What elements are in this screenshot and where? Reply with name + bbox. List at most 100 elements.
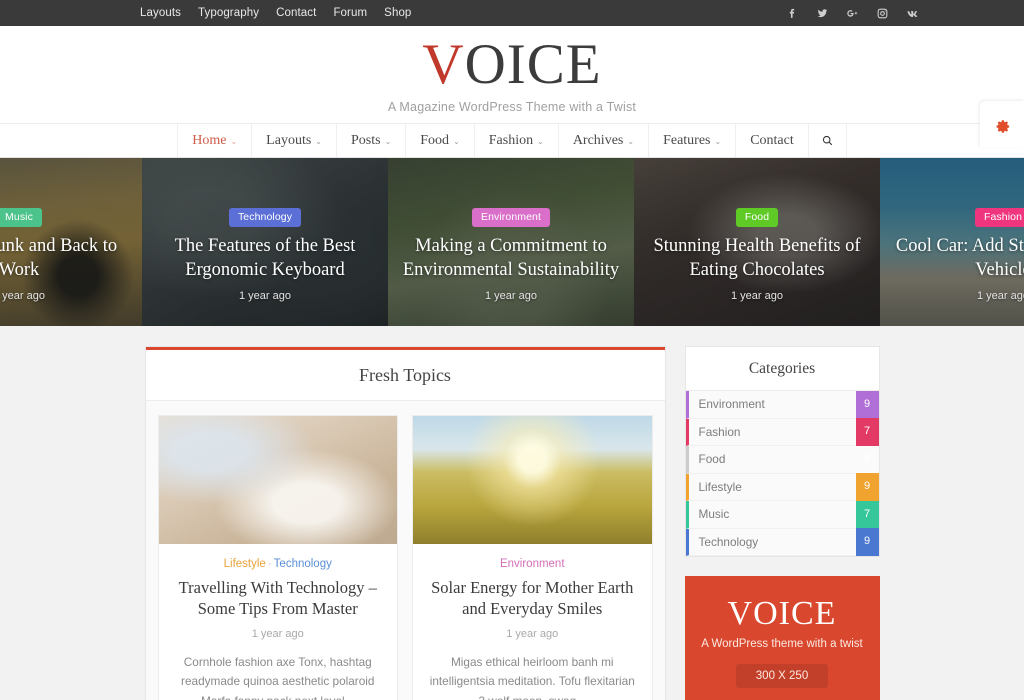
site-logo[interactable]: VOICE xyxy=(422,36,601,93)
category-list-item[interactable]: Music 7 xyxy=(685,500,879,529)
nav-item-features[interactable]: Features ⌄ xyxy=(649,124,737,157)
article-thumbnail[interactable] xyxy=(158,416,397,544)
main-navigation: Home ⌄ Layouts ⌄ Posts ⌄ Food ⌄ Fashion ⌄ Archives… xyxy=(177,124,847,157)
logo-v-red: V xyxy=(422,32,465,96)
vk-link[interactable] xyxy=(906,7,919,20)
article-title[interactable]: Solar Energy for Mother Earth and Everyd… xyxy=(427,578,638,619)
article-card[interactable]: Lifestyle · Technology Travelling With Tech… xyxy=(157,415,398,700)
nav-item-label: Contact xyxy=(750,132,794,148)
hero-slide[interactable]: Environment Making a Commitment to Enviro… xyxy=(388,158,634,326)
site-header: VOICE A Magazine WordPress Theme with a … xyxy=(0,26,1024,123)
nav-item-posts[interactable]: Posts ⌄ xyxy=(337,124,407,157)
category-name: Food xyxy=(698,452,726,467)
nav-item-home[interactable]: Home ⌄ xyxy=(177,124,253,157)
top-bar-link-shop[interactable]: Shop xyxy=(384,7,411,19)
category-count-badge: 9 xyxy=(855,473,879,501)
top-bar-link-contact[interactable]: Contact xyxy=(276,7,316,19)
hero-slide-category-badge[interactable]: Fashion xyxy=(974,208,1024,227)
advertisement-banner[interactable]: VOICE A WordPress theme with a twist 300… xyxy=(684,576,880,700)
nav-item-label: Features xyxy=(663,132,711,148)
category-list-item[interactable]: Technology 9 xyxy=(685,528,879,556)
categories-widget-title: Categories xyxy=(748,360,816,377)
hero-slide-title[interactable]: Cool Car: Add Style To Your Vehicle xyxy=(890,235,1024,282)
top-bar-link-forum[interactable]: Forum xyxy=(333,7,367,19)
article-category-link[interactable]: Environment xyxy=(500,558,565,570)
article-categories: Lifestyle · Technology xyxy=(173,558,384,570)
hero-slide-title[interactable]: Making a Commitment to Environmental Sus… xyxy=(398,235,624,282)
top-bar-social-links xyxy=(786,7,919,20)
hero-slide[interactable]: Food Stunning Health Benefits of Eating C… xyxy=(634,158,880,326)
instagram-link[interactable] xyxy=(876,7,889,20)
logo-rest: OICE xyxy=(464,32,602,96)
article-title[interactable]: Travelling With Technology – Some Tips F… xyxy=(173,578,384,619)
category-count-badge: 7 xyxy=(855,418,879,446)
main-column: Fresh Topics Lifestyle · Technology Travell… xyxy=(144,346,666,700)
article-card[interactable]: Environment Solar Energy for Mother Earth… xyxy=(412,415,653,700)
hero-slide-category-badge[interactable]: Environment xyxy=(471,208,551,227)
hero-slide-category-badge[interactable]: Technology xyxy=(228,208,302,227)
category-count-badge: 8 xyxy=(863,452,871,465)
article-body: Lifestyle · Technology Travelling With Tech… xyxy=(159,544,398,700)
categories-list: Environment 9 Fashion 7 Food 8 Lifestyle 9 Music… xyxy=(685,390,879,556)
hero-slide-content: Food Stunning Health Benefits of Eating C… xyxy=(634,208,880,302)
top-bar-link-layouts[interactable]: Layouts xyxy=(140,7,181,19)
nav-search-button[interactable] xyxy=(809,124,847,157)
hero-slide[interactable]: Music Out of a Funk and Back to Work 1 yea… xyxy=(0,158,142,326)
chevron-down-icon: ⌄ xyxy=(230,137,238,146)
article-thumbnail[interactable] xyxy=(413,416,652,544)
fresh-topics-title: Fresh Topics xyxy=(359,365,451,385)
nav-item-contact[interactable]: Contact xyxy=(736,124,809,157)
fresh-topics-cards: Lifestyle · Technology Travelling With Tech… xyxy=(145,401,665,700)
twitter-link[interactable] xyxy=(816,7,829,20)
google-plus-icon xyxy=(847,9,858,17)
article-body: Environment Solar Energy for Mother Earth… xyxy=(413,544,652,700)
nav-item-label: Food xyxy=(420,132,450,148)
facebook-icon xyxy=(789,8,795,18)
facebook-link[interactable] xyxy=(786,7,799,20)
nav-item-label: Home xyxy=(192,132,227,148)
top-bar-link-typography[interactable]: Typography xyxy=(198,7,259,19)
nav-item-fashion[interactable]: Fashion ⌄ xyxy=(475,124,559,157)
hero-slider[interactable]: Music Out of a Funk and Back to Work 1 yea… xyxy=(0,158,1024,326)
hero-slide-timestamp: 1 year ago xyxy=(485,290,537,303)
chevron-down-icon: ⌄ xyxy=(714,137,722,146)
hero-slide-content: Technology The Features of the Best Ergon… xyxy=(142,208,388,302)
article-category-link[interactable]: Lifestyle xyxy=(224,558,266,570)
ad-size-label: 300 X 250 xyxy=(735,663,829,688)
nav-item-layouts[interactable]: Layouts ⌄ xyxy=(252,124,337,157)
categories-widget: Categories Environment 9 Fashion 7 Food 8 Life… xyxy=(684,346,880,557)
category-list-item[interactable]: Food 8 xyxy=(685,446,879,474)
hero-slide-title[interactable]: The Features of the Best Ergonomic Keybo… xyxy=(152,235,378,282)
article-category-link[interactable]: Technology xyxy=(274,558,332,570)
nav-item-archives[interactable]: Archives ⌄ xyxy=(559,124,650,157)
chevron-down-icon: ⌄ xyxy=(315,137,322,146)
hero-slide-title[interactable]: Out of a Funk and Back to Work xyxy=(0,235,132,282)
hero-slide-timestamp: 1 year ago xyxy=(239,290,291,303)
hero-slide-category-badge[interactable]: Music xyxy=(0,208,42,227)
fresh-topics-panel: Fresh Topics Lifestyle · Technology Travell… xyxy=(144,346,666,700)
category-name: Lifestyle xyxy=(698,479,742,494)
hero-slide-category-badge[interactable]: Food xyxy=(735,208,779,227)
top-bar-nav: Layouts Typography Contact Forum Shop xyxy=(140,7,411,19)
category-list-item[interactable]: Environment 9 xyxy=(685,390,879,419)
category-separator: · xyxy=(267,558,272,570)
google-plus-link[interactable] xyxy=(846,7,859,20)
category-list-item[interactable]: Fashion 7 xyxy=(685,418,879,446)
chevron-down-icon: ⌄ xyxy=(453,137,460,146)
hero-slide[interactable]: Fashion Cool Car: Add Style To Your Vehic… xyxy=(880,158,1024,326)
main-navigation-bar: Home ⌄ Layouts ⌄ Posts ⌄ Food ⌄ Fashion ⌄ Archives… xyxy=(0,101,1024,158)
nav-item-label: Posts xyxy=(350,132,381,148)
hero-slide[interactable]: Technology The Features of the Best Ergon… xyxy=(142,158,388,326)
gear-icon xyxy=(996,119,1009,133)
category-name: Environment xyxy=(698,397,765,412)
category-name: Music xyxy=(698,507,730,522)
site-tagline: A Magazine WordPress Theme with a Twist xyxy=(387,99,637,114)
hero-slide-title[interactable]: Stunning Health Benefits of Eating Choco… xyxy=(644,235,870,282)
top-bar: Layouts Typography Contact Forum Shop xyxy=(0,0,1024,26)
settings-button[interactable] xyxy=(980,101,1024,147)
chevron-down-icon: ⌄ xyxy=(384,137,392,146)
category-list-item[interactable]: Lifestyle 9 xyxy=(685,473,879,501)
nav-item-food[interactable]: Food ⌄ xyxy=(406,124,475,157)
page-content: Fresh Topics Lifestyle · Technology Travell… xyxy=(0,326,1024,700)
hero-slide-timestamp: 1 year ago xyxy=(977,290,1024,303)
